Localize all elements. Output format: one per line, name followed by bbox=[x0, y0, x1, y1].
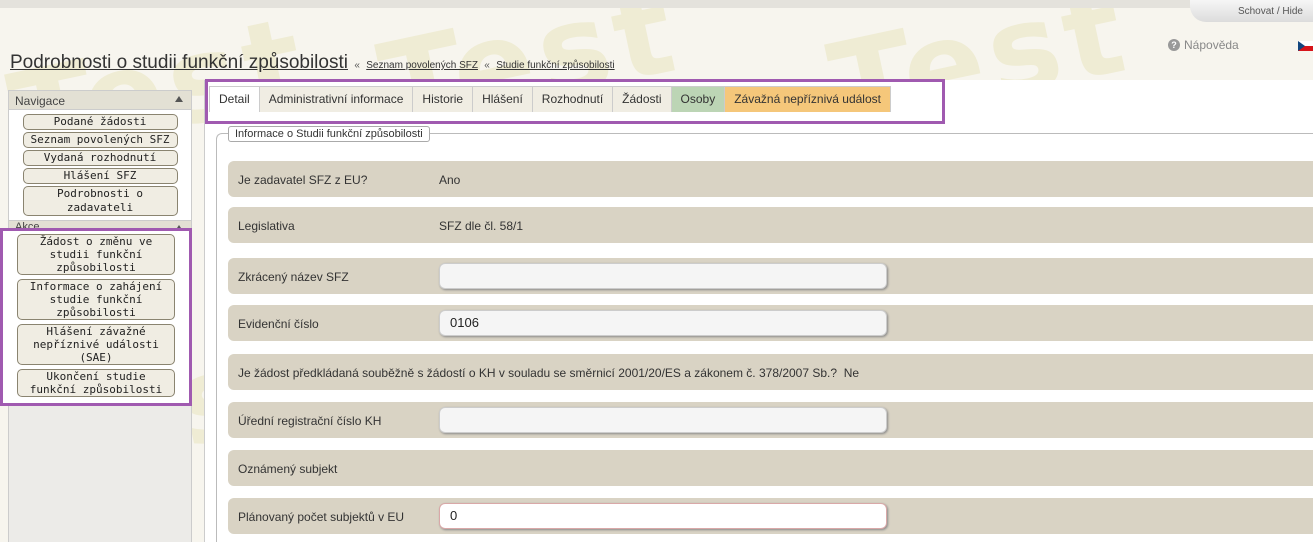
subject-label: Oznámený subjekt bbox=[238, 462, 338, 476]
fieldset-legend: Informace o Studii funkční způsobilosti bbox=[228, 126, 430, 142]
nav-header[interactable]: Navigace bbox=[8, 90, 192, 110]
count-field[interactable]: 0 bbox=[439, 503, 887, 529]
sidebar-filler bbox=[8, 406, 192, 542]
legislativa-value: SFZ dle čl. 58/1 bbox=[439, 219, 524, 233]
kh-reg-label: Úřední registrační číslo KH bbox=[238, 414, 382, 428]
form-row-eu: Je zadavatel SFZ z EU? Ano bbox=[228, 161, 1313, 197]
breadcrumb-seznam-sfz[interactable]: Seznam povolených SFZ bbox=[366, 60, 478, 71]
page-title[interactable]: Podrobnosti o studii funkční způsobilost… bbox=[10, 52, 348, 73]
form-row-kh-question: Je žádost předkládaná souběžně s žádostí… bbox=[228, 354, 1313, 390]
akce-hlaseni-sae[interactable]: Hlášení závažné nepříznivé události (SAE… bbox=[17, 324, 175, 365]
kh-answer: Ne bbox=[843, 366, 860, 380]
breadcrumb-separator: « bbox=[354, 60, 360, 71]
tab-detail[interactable]: Detail bbox=[209, 86, 260, 112]
form-row-evid: Evidenční číslo 0106 bbox=[228, 305, 1313, 341]
tab-historie[interactable]: Historie bbox=[412, 86, 474, 112]
form-row-count: Plánovaný počet subjektů v EU 0 bbox=[228, 498, 1313, 534]
nav-seznam-sfz[interactable]: Seznam povolených SFZ bbox=[22, 132, 178, 148]
kh-question-line: Je žádost předkládaná souběžně s žádostí… bbox=[238, 366, 859, 380]
form-row-short-name: Zkrácený název SFZ bbox=[228, 258, 1313, 294]
nav-hlaseni-sfz[interactable]: Hlášení SFZ bbox=[22, 168, 178, 184]
akce-ukonceni-studie[interactable]: Ukončení studie funkční způsobilosti bbox=[17, 369, 175, 397]
breadcrumb-separator: « bbox=[484, 60, 490, 71]
help-label: Nápověda bbox=[1184, 38, 1239, 52]
nav-vydana-rozhodnuti[interactable]: Vydaná rozhodnutí bbox=[22, 150, 178, 166]
akce-list: Žádost o změnu ve studii funkční způsobi… bbox=[0, 228, 192, 406]
sidebar: Navigace Podané žádosti Seznam povolenýc… bbox=[8, 90, 192, 234]
evid-label: Evidenční číslo bbox=[238, 317, 319, 331]
form-row-kh-reg: Úřední registrační číslo KH bbox=[228, 402, 1313, 438]
nav-podrobnosti-zadavatel[interactable]: Podrobnosti o zadavateli bbox=[22, 186, 178, 216]
evid-field[interactable]: 0106 bbox=[439, 310, 887, 336]
tab-osoby[interactable]: Osoby bbox=[670, 86, 726, 112]
akce-zmena-studie[interactable]: Žádost o změnu ve studii funkční způsobi… bbox=[17, 234, 175, 275]
tab-hlaseni[interactable]: Hlášení bbox=[472, 86, 533, 112]
akce-zahajeni-studie[interactable]: Informace o zahájení studie funkční způs… bbox=[17, 279, 175, 320]
tab-rozhodnuti[interactable]: Rozhodnutí bbox=[531, 86, 614, 112]
tab-zadosti[interactable]: Žádosti bbox=[612, 86, 672, 112]
short-name-field[interactable] bbox=[439, 263, 887, 289]
breadcrumb-studie[interactable]: Studie funkční způsobilosti bbox=[496, 60, 614, 71]
title-row: Podrobnosti o studii funkční způsobilost… bbox=[10, 52, 615, 74]
tab-administrativni[interactable]: Administrativní informace bbox=[258, 86, 414, 112]
collapse-caret-icon[interactable] bbox=[175, 96, 183, 102]
help-icon: ? bbox=[1168, 39, 1180, 51]
form-row-legislativa: Legislativa SFZ dle čl. 58/1 bbox=[228, 207, 1313, 243]
tab-zavazna-udalost[interactable]: Závažná nepříznivá událost bbox=[724, 86, 891, 112]
kh-reg-field[interactable] bbox=[439, 407, 887, 433]
form-row-subject: Oznámený subjekt bbox=[228, 450, 1313, 486]
top-band bbox=[0, 0, 1313, 8]
nav-podane-zadosti[interactable]: Podané žádosti bbox=[22, 114, 178, 130]
nav-title: Navigace bbox=[15, 94, 66, 108]
count-label: Plánovaný počet subjektů v EU bbox=[238, 510, 405, 524]
legislativa-label: Legislativa bbox=[238, 219, 295, 233]
short-name-label: Zkrácený název SFZ bbox=[238, 270, 349, 284]
czech-flag-icon[interactable] bbox=[1298, 41, 1313, 51]
nav-list: Podané žádosti Seznam povolených SFZ Vyd… bbox=[8, 110, 192, 220]
eu-label: Je zadavatel SFZ z EU? bbox=[238, 173, 368, 187]
eu-value: Ano bbox=[439, 173, 461, 187]
hide-button[interactable]: Schovat / Hide bbox=[1190, 0, 1313, 22]
kh-question: Je žádost předkládaná souběžně s žádostí… bbox=[238, 366, 838, 380]
help-link[interactable]: ? Nápověda bbox=[1168, 38, 1239, 52]
tab-bar: Detail Administrativní informace Histori… bbox=[209, 86, 891, 112]
